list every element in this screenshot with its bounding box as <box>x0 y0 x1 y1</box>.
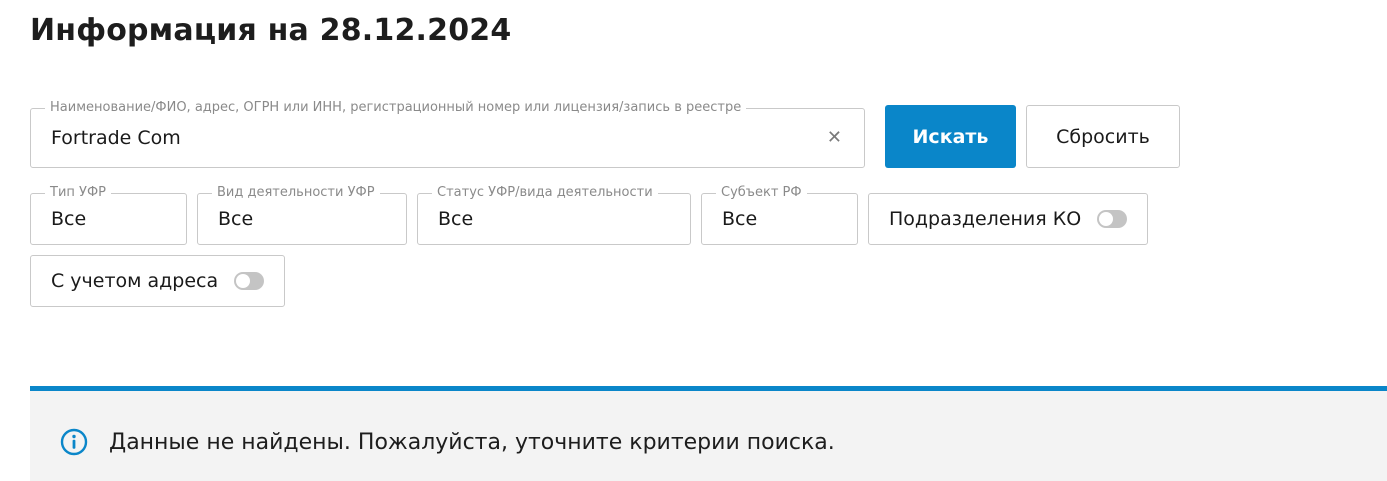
ufr-activity-value: Все <box>218 208 254 230</box>
region-value: Все <box>722 208 758 230</box>
reset-button[interactable]: Сбросить <box>1026 105 1180 168</box>
with-address-label: С учетом адреса <box>51 270 219 292</box>
region-select[interactable]: Субъект РФ Все <box>701 185 858 245</box>
close-icon[interactable]: ✕ <box>827 129 842 147</box>
ufr-type-select[interactable]: Тип УФР Все <box>30 185 187 245</box>
ufr-activity-label: Вид деятельности УФР <box>212 185 380 201</box>
search-field-label: Наименование/ФИО, адрес, ОГРН или ИНН, р… <box>45 100 747 116</box>
search-field[interactable]: Наименование/ФИО, адрес, ОГРН или ИНН, р… <box>30 100 865 168</box>
info-icon <box>60 428 88 456</box>
with-address-switch[interactable] <box>234 272 264 290</box>
ufr-activity-select[interactable]: Вид деятельности УФР Все <box>197 185 407 245</box>
ufr-status-value: Все <box>438 208 474 230</box>
ko-divisions-label: Подразделения КО <box>889 208 1082 230</box>
region-label: Субъект РФ <box>716 185 807 201</box>
ko-divisions-toggle-box[interactable]: Подразделения КО <box>868 193 1148 245</box>
with-address-toggle-box[interactable]: С учетом адреса <box>30 255 285 307</box>
alert-text: Данные не найдены. Пожалуйста, уточните … <box>109 430 835 455</box>
ko-divisions-switch[interactable] <box>1097 210 1127 228</box>
ufr-type-label: Тип УФР <box>45 185 111 201</box>
switch-knob <box>1099 212 1113 226</box>
switch-knob <box>236 274 250 288</box>
search-button[interactable]: Искать <box>885 105 1016 168</box>
ufr-status-select[interactable]: Статус УФР/вида деятельности Все <box>417 185 691 245</box>
page-title: Информация на 28.12.2024 <box>30 13 512 48</box>
ufr-type-value: Все <box>51 208 87 230</box>
no-results-alert: Данные не найдены. Пожалуйста, уточните … <box>30 386 1387 481</box>
ufr-status-label: Статус УФР/вида деятельности <box>432 185 658 201</box>
search-input[interactable] <box>51 127 811 149</box>
